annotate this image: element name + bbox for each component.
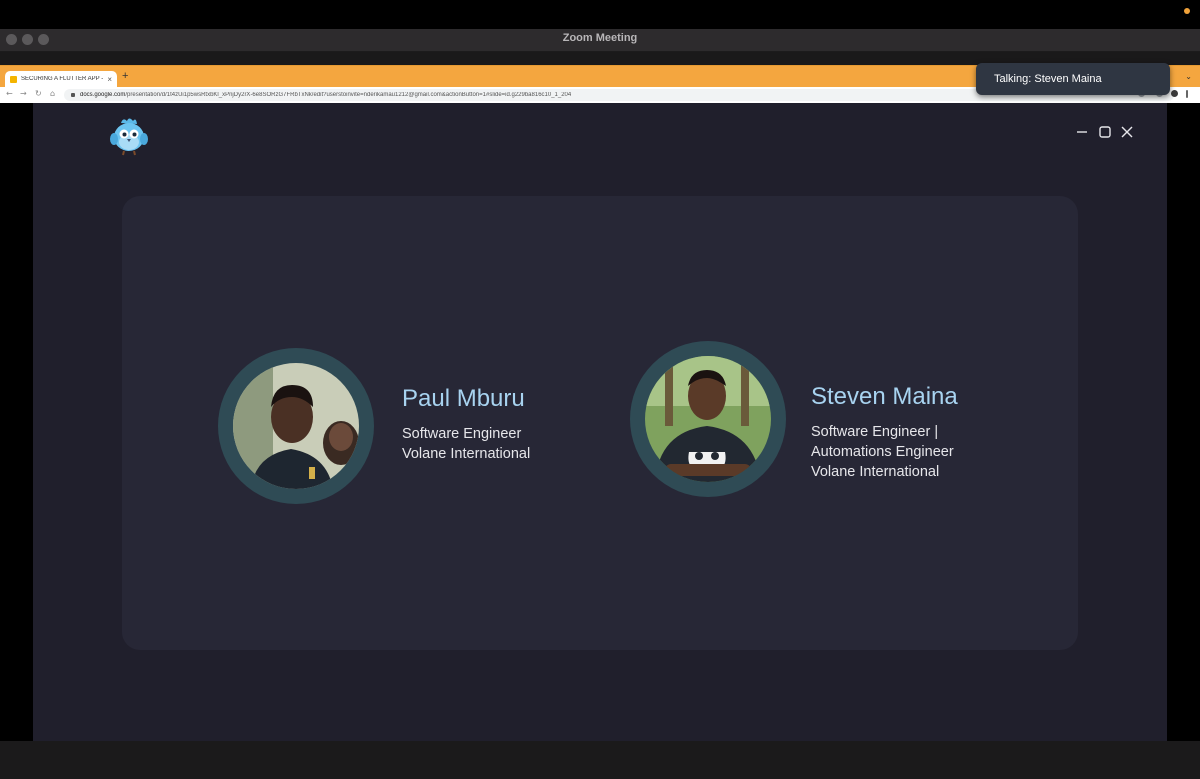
menu-dots-icon[interactable]	[1186, 90, 1188, 98]
url-text: docs.google.com/presentation/d/1t4zUi1p5…	[80, 92, 572, 98]
avatar-paul	[218, 348, 374, 504]
reload-icon[interactable]: ↻	[35, 89, 42, 98]
close-icon[interactable]	[1120, 125, 1134, 139]
home-icon[interactable]: ⌂	[50, 89, 55, 98]
lock-icon	[71, 93, 75, 97]
talking-text: Talking: Steven Maina	[994, 73, 1102, 85]
avatar-photo	[233, 363, 359, 489]
window-title: Zoom Meeting	[562, 32, 638, 44]
new-tab-button[interactable]: +	[122, 70, 128, 82]
person-role: Software Engineer Volane International	[402, 424, 530, 464]
shared-screen: Paul Mburu Software Engineer Volane Inte…	[0, 103, 1200, 741]
tab-search-icon[interactable]: ⌄	[1185, 72, 1192, 81]
speakers-card: Paul Mburu Software Engineer Volane Inte…	[122, 196, 1078, 650]
slides-favicon-icon	[10, 75, 17, 83]
person-photo-icon	[233, 363, 359, 489]
recording-indicator-icon	[1184, 8, 1190, 14]
browser-tab[interactable]: SECURING A FLUTTER APP - ×	[5, 71, 117, 87]
role-line: Volane International	[811, 464, 940, 480]
person-photo-icon	[645, 356, 771, 482]
tab-close-icon[interactable]: ×	[107, 75, 112, 84]
talking-notification: Talking: Steven Maina	[976, 63, 1170, 95]
maximize-icon[interactable]	[1098, 125, 1112, 139]
avatar-steven	[630, 341, 786, 497]
profile-avatar-icon[interactable]	[1171, 90, 1178, 97]
meeting-controls-bar	[0, 741, 1200, 779]
forward-icon[interactable]: →	[20, 89, 27, 98]
back-icon[interactable]: ←	[6, 89, 13, 98]
tab-title: SECURING A FLUTTER APP -	[21, 76, 104, 82]
presentation-slide: Paul Mburu Software Engineer Volane Inte…	[33, 103, 1167, 741]
avatar-photo	[645, 356, 771, 482]
person-name: Steven Maina	[811, 383, 958, 410]
role-line: Automations Engineer	[811, 444, 954, 460]
role-line: Software Engineer |	[811, 424, 939, 440]
role-line: Software Engineer	[402, 426, 522, 442]
person-role: Software Engineer | Automations Engineer…	[811, 422, 954, 482]
dash-bird-icon	[110, 118, 148, 156]
minimize-icon[interactable]	[1075, 125, 1089, 139]
screen: Zoom Meeting SECURING A FLUTTER APP - × …	[0, 0, 1200, 779]
zoom-title-bar: Zoom Meeting	[0, 29, 1200, 52]
person-name: Paul Mburu	[402, 385, 525, 412]
menu-bar	[0, 0, 1200, 29]
role-line: Volane International	[402, 446, 531, 462]
